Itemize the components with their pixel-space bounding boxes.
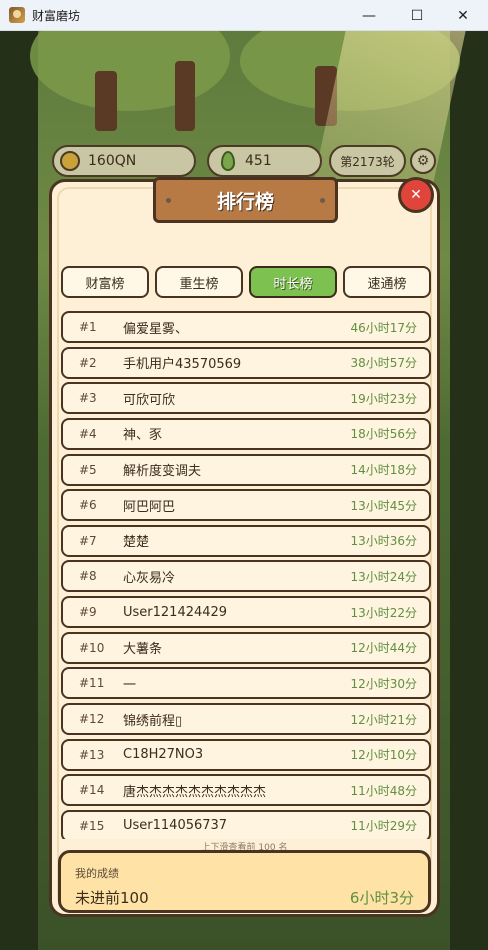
gear-icon: ⚙: [416, 153, 430, 169]
close-icon: ✕: [410, 187, 422, 203]
rank-number: #13: [79, 747, 105, 762]
player-name: C18H27NO3: [123, 747, 204, 763]
ranking-list[interactable]: #1 偏爱星雾、 46小时17分 #2 手机用户43570569 38小时57分 #3 可欣可…: [61, 311, 431, 839]
seed-icon: [221, 151, 235, 171]
play-time: 12小时21分: [350, 712, 417, 727]
my-result-label: 我的成绩: [75, 867, 119, 880]
table-row: #9 User121424429 13小时22分: [61, 596, 431, 629]
rank-number: #8: [79, 569, 97, 584]
left-border: [0, 31, 38, 950]
play-time: 13小时36分: [350, 534, 417, 549]
app-icon: [9, 7, 25, 23]
table-row: #8 心灰易冷 13小时24分: [61, 560, 431, 593]
rank-number: #9: [79, 605, 97, 620]
play-time: 12小时44分: [350, 641, 417, 656]
play-time: 12小时10分: [350, 748, 417, 763]
player-name: 心灰易冷: [123, 570, 176, 586]
play-time: 38小时57分: [350, 356, 417, 371]
tab-wealth[interactable]: 财富榜: [61, 266, 149, 298]
tree-canopy: [30, 31, 230, 111]
leaderboard-tabs: 财富榜 重生榜 时长榜 速通榜: [61, 266, 431, 298]
rank-number: #6: [79, 498, 97, 513]
coin-value: 160QN: [88, 153, 137, 169]
table-row: #6 阿巴阿巴 13小时45分: [61, 489, 431, 522]
table-row: #1 偏爱星雾、 46小时17分: [61, 311, 431, 343]
panel-close-button[interactable]: ✕: [398, 177, 434, 213]
tab-duration[interactable]: 时长榜: [249, 266, 337, 298]
round-badge: 第2173轮: [329, 145, 406, 177]
player-name: 偏爱星雾、: [123, 321, 189, 337]
table-row: #5 解析度变调夫 14小时18分: [61, 453, 431, 486]
my-rank-text: 未进前100: [75, 889, 149, 907]
coin-icon: [60, 151, 80, 171]
table-row: #7 楚楚 13小时36分: [61, 524, 431, 557]
rank-number: #15: [79, 818, 105, 833]
play-time: 14小时18分: [350, 463, 417, 478]
rank-number: #4: [79, 426, 97, 441]
my-time: 6小时3分: [349, 889, 414, 907]
player-name: 神、豕: [123, 428, 163, 444]
table-row: #13 C18H27NO3 12小时10分: [61, 738, 431, 771]
player-name: 大薯条: [123, 642, 163, 658]
panel-title: 排行榜: [153, 177, 338, 223]
player-name: User114056737: [123, 818, 228, 834]
play-time: 13小时45分: [350, 498, 417, 513]
table-row: #10 大薯条 12小时44分: [61, 631, 431, 664]
rank-number: #7: [79, 533, 97, 548]
tab-rebirth[interactable]: 重生榜: [155, 266, 243, 298]
player-name: 一: [123, 677, 137, 693]
play-time: 11小时29分: [350, 819, 417, 834]
play-time: 46小时17分: [350, 320, 417, 335]
settings-button[interactable]: ⚙: [410, 148, 436, 174]
maximize-button[interactable]: ☐: [394, 0, 440, 31]
window-close-button[interactable]: ✕: [440, 0, 486, 31]
rank-number: #2: [79, 355, 97, 370]
minimize-button[interactable]: —: [346, 0, 392, 31]
play-time: 13小时24分: [350, 569, 417, 584]
tree-trunk: [95, 71, 117, 131]
seed-value: 451: [245, 153, 272, 169]
table-row: #11 一 12小时30分: [61, 667, 431, 700]
table-row: #3 可欣可欣 19小时23分: [61, 382, 431, 415]
right-border: [450, 31, 488, 950]
play-time: 12小时30分: [350, 676, 417, 691]
player-name: 唐杰杰杰杰杰杰杰杰杰杰: [123, 784, 267, 800]
table-row: #15 User114056737 11小时29分: [61, 809, 431, 839]
rank-number: #3: [79, 391, 97, 406]
player-name: 锦绣前程▯: [123, 713, 183, 729]
rank-number: #11: [79, 676, 105, 691]
table-row: #2 手机用户43570569 38小时57分: [61, 346, 431, 379]
player-name: User121424429: [123, 604, 228, 620]
rank-number: #12: [79, 712, 105, 727]
player-name: 楚楚: [123, 535, 150, 551]
play-time: 18小时56分: [350, 427, 417, 442]
rank-number: #5: [79, 462, 97, 477]
rank-number: #14: [79, 783, 105, 798]
nail-icon: [166, 198, 171, 203]
player-name: 可欣可欣: [123, 392, 176, 408]
play-time: 19小时23分: [350, 391, 417, 406]
game-viewport: 160QN 451 第2173轮 ⚙ 排行榜 ✕ 财富榜 重生榜 时长榜 速通榜…: [0, 31, 488, 950]
play-time: 13小时22分: [350, 605, 417, 620]
round-value: 第2173轮: [340, 154, 395, 169]
play-time: 11小时48分: [350, 783, 417, 798]
player-name: 手机用户43570569: [123, 357, 242, 373]
player-name: 阿巴阿巴: [123, 499, 176, 515]
tree-trunk: [175, 61, 195, 131]
table-row: #14 唐杰杰杰杰杰杰杰杰杰杰 11小时48分: [61, 774, 431, 807]
player-name: 解析度变调夫: [123, 464, 202, 480]
table-row: #4 神、豕 18小时56分: [61, 417, 431, 450]
nail-icon: [320, 198, 325, 203]
window-titlebar: 财富磨坊 — ☐ ✕: [0, 0, 488, 31]
seed-counter[interactable]: 451: [207, 145, 322, 177]
rank-number: #1: [79, 320, 97, 334]
my-result-card: 我的成绩 未进前100 6小时3分: [58, 850, 431, 913]
window-title: 财富磨坊: [32, 8, 81, 23]
panel-title-text: 排行榜: [216, 190, 274, 213]
leaderboard-panel: 排行榜 ✕ 财富榜 重生榜 时长榜 速通榜 #1 偏爱星雾、 46小时17分 #2 手机…: [49, 177, 440, 917]
tab-speedrun[interactable]: 速通榜: [343, 266, 431, 298]
rank-number: #10: [79, 640, 105, 655]
coin-counter[interactable]: 160QN: [52, 145, 196, 177]
table-row: #12 锦绣前程▯ 12小时21分: [61, 703, 431, 736]
